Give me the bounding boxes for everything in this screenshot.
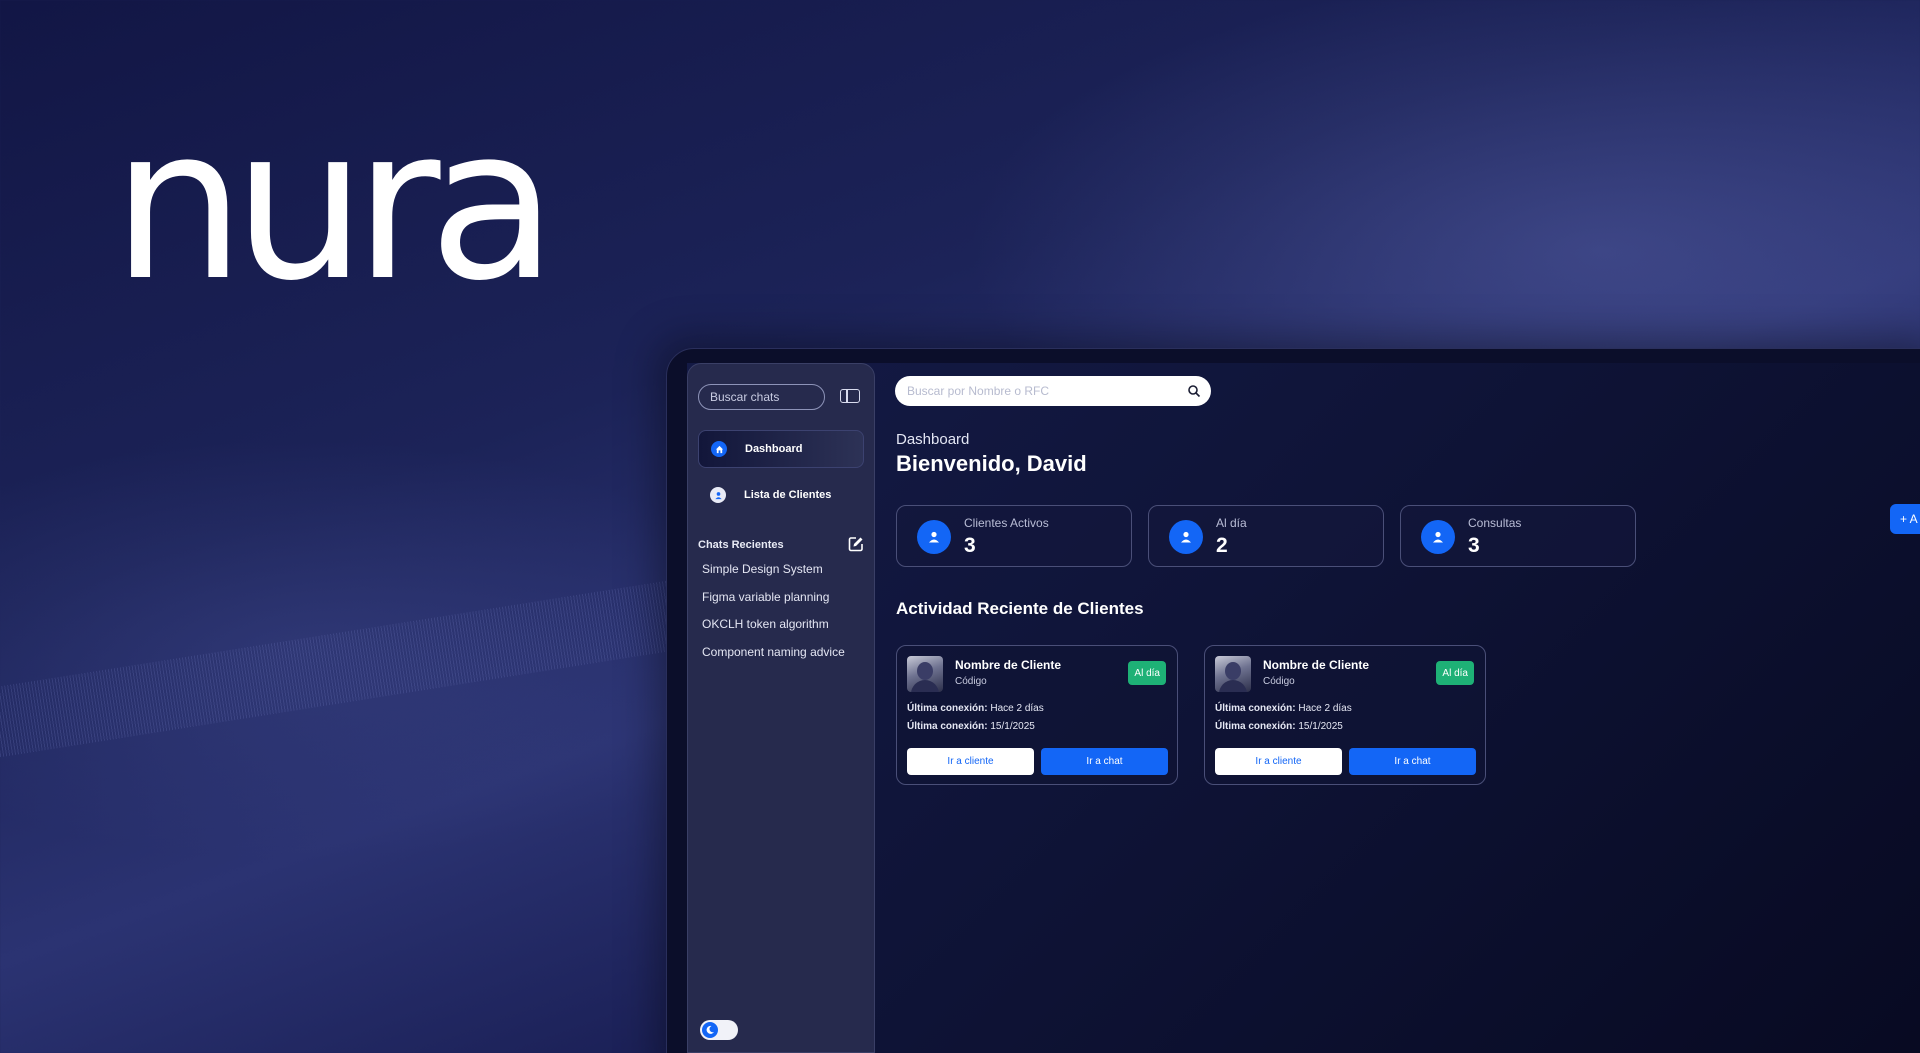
- sidebar: Dashboard Lista de Clientes Chats Recien…: [687, 363, 875, 1053]
- stat-value: 2: [1216, 534, 1228, 557]
- recent-chat-item[interactable]: Simple Design System: [702, 562, 823, 576]
- stat-card-consultations: Consultas 3: [1400, 505, 1636, 567]
- client-code: Código: [955, 676, 987, 687]
- client-meta-row: Última conexión: 15/1/2025: [1215, 721, 1343, 732]
- client-card: Nombre de Cliente Código Al día Última c…: [1204, 645, 1486, 785]
- search-icon[interactable]: [1187, 384, 1201, 398]
- user-icon: [1421, 520, 1455, 554]
- meta-value: 15/1/2025: [1298, 721, 1343, 732]
- client-meta-row: Última conexión: 15/1/2025: [907, 721, 1035, 732]
- client-card: Nombre de Cliente Código Al día Última c…: [896, 645, 1178, 785]
- page-title: Bienvenido, David: [896, 451, 1087, 476]
- client-meta-row: Última conexión: Hace 2 días: [1215, 703, 1352, 714]
- home-icon: [711, 441, 727, 457]
- stat-label: Al día: [1216, 516, 1247, 530]
- recent-chat-item[interactable]: Figma variable planning: [702, 590, 829, 604]
- avatar: [1215, 656, 1251, 692]
- page-kicker: Dashboard: [896, 431, 970, 448]
- brand-logo: nura: [112, 82, 557, 327]
- go-to-client-button[interactable]: Ir a cliente: [907, 748, 1034, 775]
- user-icon: [710, 487, 726, 503]
- recent-chat-item[interactable]: Component naming advice: [702, 645, 845, 659]
- client-search-input[interactable]: [895, 376, 1211, 406]
- meta-value: 15/1/2025: [990, 721, 1035, 732]
- status-badge: Al día: [1128, 661, 1166, 685]
- go-to-client-button[interactable]: Ir a cliente: [1215, 748, 1342, 775]
- client-name: Nombre de Cliente: [1263, 658, 1370, 672]
- meta-value: Hace 2 días: [1298, 703, 1352, 714]
- stat-label: Clientes Activos: [964, 516, 1049, 530]
- moon-icon: [702, 1022, 718, 1038]
- chat-search-input[interactable]: [698, 384, 825, 410]
- stat-label: Consultas: [1468, 516, 1522, 530]
- go-to-chat-button[interactable]: Ir a chat: [1041, 748, 1168, 775]
- user-icon: [917, 520, 951, 554]
- recent-chats-title: Chats Recientes: [698, 539, 784, 551]
- stat-value: 3: [1468, 534, 1480, 557]
- new-chat-icon[interactable]: [848, 536, 864, 552]
- meta-value: Hace 2 días: [990, 703, 1044, 714]
- sidebar-item-dashboard[interactable]: Dashboard: [698, 430, 864, 468]
- sidebar-item-label: Lista de Clientes: [744, 489, 832, 501]
- sidebar-item-clients[interactable]: Lista de Clientes: [698, 476, 864, 514]
- client-code: Código: [1263, 676, 1295, 687]
- recent-chat-item[interactable]: OKCLH token algorithm: [702, 617, 829, 631]
- sidebar-toggle-icon[interactable]: [840, 389, 860, 403]
- user-icon: [1169, 520, 1203, 554]
- meta-label: Última conexión:: [907, 721, 988, 732]
- meta-label: Última conexión:: [1215, 721, 1296, 732]
- stat-card-active-clients: Clientes Activos 3: [896, 505, 1132, 567]
- go-to-chat-button[interactable]: Ir a chat: [1349, 748, 1476, 775]
- theme-toggle[interactable]: [700, 1020, 738, 1040]
- client-meta-row: Última conexión: Hace 2 días: [907, 703, 1044, 714]
- meta-label: Última conexión:: [1215, 703, 1296, 714]
- app-screen: Dashboard Lista de Clientes Chats Recien…: [687, 363, 1920, 1053]
- stat-value: 3: [964, 534, 976, 557]
- sidebar-item-label: Dashboard: [745, 443, 803, 455]
- status-badge: Al día: [1436, 661, 1474, 685]
- recent-activity-title: Actividad Reciente de Clientes: [896, 599, 1144, 618]
- decorative-stripe: [0, 580, 677, 760]
- add-client-button[interactable]: + A: [1890, 504, 1920, 534]
- meta-label: Última conexión:: [907, 703, 988, 714]
- stat-card-up-to-date: Al día 2: [1148, 505, 1384, 567]
- avatar: [907, 656, 943, 692]
- client-name: Nombre de Cliente: [955, 658, 1062, 672]
